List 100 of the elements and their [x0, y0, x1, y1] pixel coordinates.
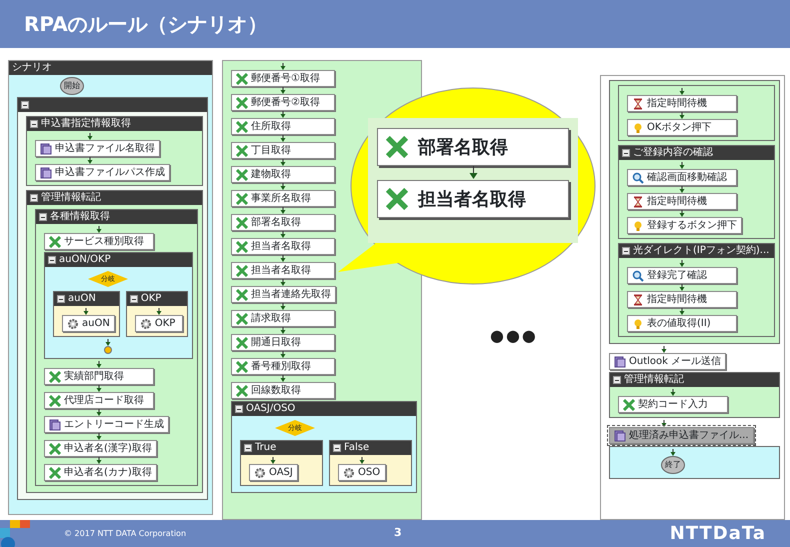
flow-step[interactable]: 登録完了確認: [627, 267, 737, 284]
flow-arrow: [661, 346, 667, 353]
group-title: False: [344, 442, 370, 454]
flow-step[interactable]: 代理店コード取得: [44, 392, 154, 409]
flow-arrow: [679, 308, 685, 315]
collapse-icon[interactable]: [21, 101, 29, 109]
flow-step[interactable]: 指定時間待機: [627, 95, 737, 112]
cross-icon: [236, 192, 248, 204]
cross-icon: [236, 264, 248, 276]
flow-step[interactable]: 丁目取得: [231, 142, 335, 159]
cross-icon: [386, 136, 408, 158]
flow-step[interactable]: 申込書ファイル名取得: [35, 140, 160, 157]
group-title: OKP: [140, 293, 162, 305]
collapse-icon[interactable]: [244, 444, 252, 452]
group-title: 申込書指定情報取得: [41, 118, 131, 130]
collapse-icon[interactable]: [613, 376, 621, 384]
flow-arrow: [87, 157, 93, 164]
gear-icon: [343, 466, 355, 478]
flow-step[interactable]: 担当者名取得: [377, 180, 569, 218]
collapse-icon[interactable]: [235, 405, 243, 413]
flow-step[interactable]: 住所取得: [231, 118, 335, 135]
flow-step[interactable]: 確認画面移動確認: [627, 169, 737, 186]
flow-step[interactable]: Outlook メール送信: [609, 353, 726, 370]
flow-arrow: [679, 260, 685, 267]
flow-arrow: [280, 159, 286, 166]
flow-arrow: [280, 255, 286, 262]
flow-step[interactable]: 建物取得: [231, 166, 335, 183]
flow-step[interactable]: OASJ: [249, 464, 298, 481]
bulb-icon: [632, 122, 644, 134]
flow-arrow: [280, 183, 286, 190]
flow-step[interactable]: 郵便番号②取得: [231, 94, 335, 111]
ellipsis-text: ●●●: [490, 325, 538, 347]
flow-step[interactable]: 担当者名取得: [231, 262, 335, 279]
flow-step[interactable]: エントリーコード生成: [44, 416, 169, 433]
flow-step[interactable]: 実績部門取得: [44, 368, 154, 385]
collapse-icon[interactable]: [39, 213, 47, 221]
hourglass-icon: [632, 196, 644, 208]
gear-icon: [254, 466, 266, 478]
collapse-icon[interactable]: [622, 247, 630, 255]
flow-step[interactable]: 回線数取得: [231, 382, 335, 399]
flow-step[interactable]: 指定時間待機: [627, 193, 737, 210]
flow-step[interactable]: 処理済み申込書ファイル...: [609, 427, 754, 444]
flow-step[interactable]: サービス種別取得: [44, 233, 154, 250]
flow-step[interactable]: 担当者名取得: [231, 238, 335, 255]
flow-step[interactable]: OKP: [134, 315, 183, 332]
flow-step[interactable]: 番号種別取得: [231, 358, 335, 375]
flow-arrow: [670, 389, 676, 396]
group-title: 各種情報取得: [50, 211, 110, 223]
flow-arrow: [280, 279, 286, 286]
cross-icon: [236, 72, 248, 84]
collapse-icon[interactable]: [30, 194, 38, 202]
flow-step[interactable]: 指定時間待機: [627, 291, 737, 308]
cross-icon: [236, 384, 248, 396]
cross-icon: [49, 394, 61, 406]
collapse-icon[interactable]: [48, 256, 56, 264]
flow-step[interactable]: OKボタン押下: [627, 119, 737, 136]
cross-icon: [386, 188, 408, 210]
cross-icon: [49, 442, 61, 454]
cross-icon: [236, 336, 248, 348]
gear-icon: [67, 318, 79, 330]
collapse-icon[interactable]: [130, 295, 138, 303]
collapse-icon[interactable]: [333, 444, 341, 452]
collapse-icon[interactable]: [30, 120, 38, 128]
flow-step[interactable]: 部署名取得: [377, 128, 569, 166]
flow-arrow: [679, 88, 685, 95]
flow-step[interactable]: 担当者連絡先取得: [231, 286, 336, 303]
flow-arrow: [96, 457, 102, 464]
flow-step[interactable]: 契約コード入力: [618, 396, 728, 413]
flow-step[interactable]: 登録するボタン押下: [627, 217, 742, 234]
flow-arrow: [670, 449, 676, 456]
flow-arrow: [359, 457, 365, 464]
flow-step[interactable]: 郵便番号①取得: [231, 70, 335, 87]
flow-step[interactable]: 申込者名(カナ)取得: [44, 464, 157, 481]
company-logo: NTTDaTa: [670, 522, 766, 546]
flow-arrow: [280, 207, 286, 214]
bulb-icon: [632, 220, 644, 232]
flow-arrow: [280, 303, 286, 310]
cross-icon: [623, 398, 635, 410]
flow-arrow: [87, 133, 93, 140]
hourglass-icon: [632, 98, 644, 110]
copyright-text: © 2017 NTT DATA Corporation: [64, 528, 186, 540]
flow-step[interactable]: 申込書ファイルパス作成: [35, 164, 170, 181]
flow-arrow: [280, 327, 286, 334]
flow-step[interactable]: 申込者名(漢字)取得: [44, 440, 157, 457]
flow-step[interactable]: OSO: [338, 464, 386, 481]
collapse-icon[interactable]: [622, 149, 630, 157]
flow-arrow: [280, 231, 286, 238]
document-icon: [614, 356, 626, 368]
flow-step[interactable]: 表の値取得(II): [627, 315, 737, 332]
flow-arrow: [280, 63, 286, 70]
flow-step[interactable]: 部署名取得: [231, 214, 335, 231]
flow-step[interactable]: 事業所名取得: [231, 190, 335, 207]
flow-step[interactable]: auON: [62, 315, 115, 332]
flow-step[interactable]: 開通日取得: [231, 334, 335, 351]
terminal-node: 開始: [60, 77, 84, 95]
collapse-icon[interactable]: [57, 295, 65, 303]
flow-step[interactable]: 請求取得: [231, 310, 335, 327]
document-icon: [49, 418, 61, 430]
flow-arrow: [280, 351, 286, 358]
flow-arrow: [679, 284, 685, 291]
